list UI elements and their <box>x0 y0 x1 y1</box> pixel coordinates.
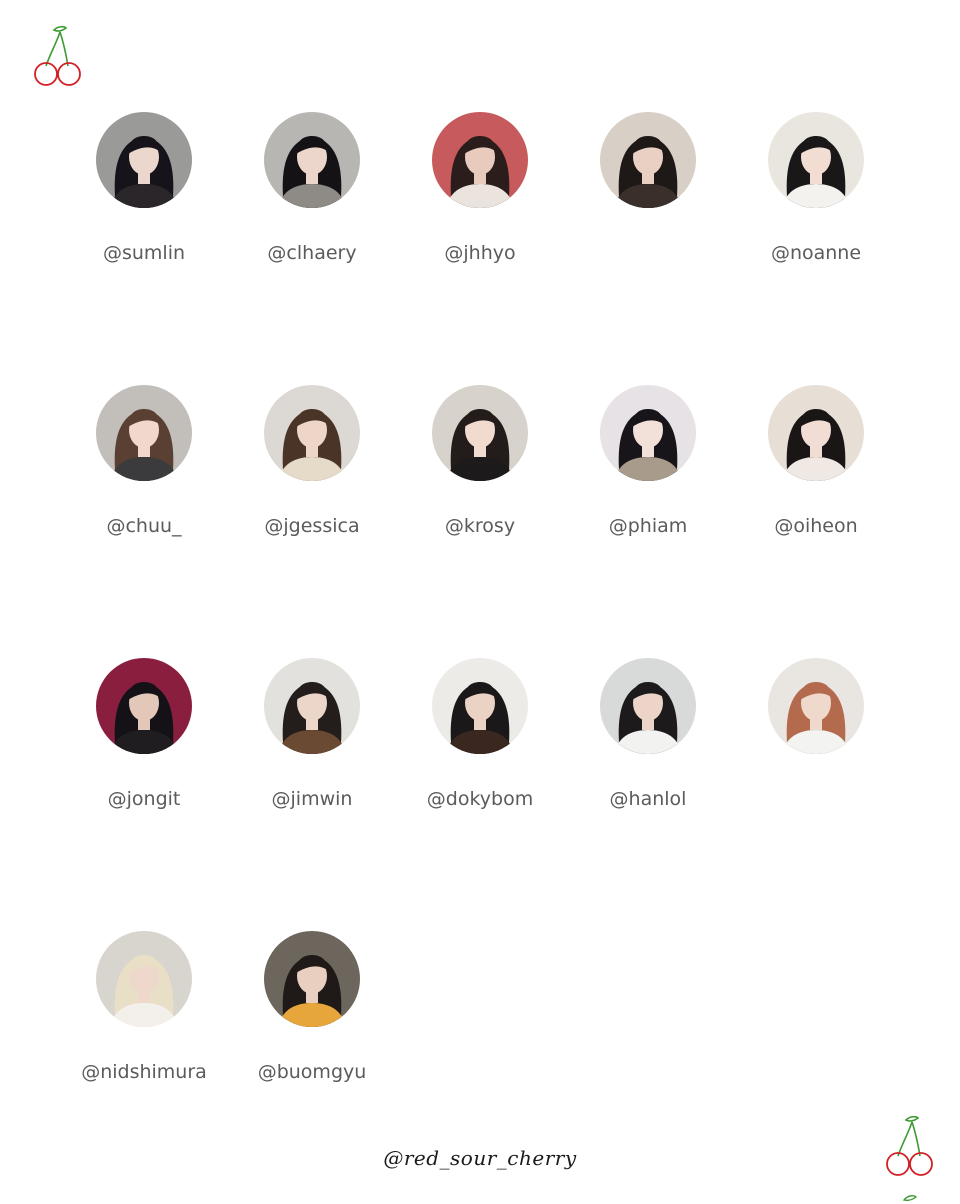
avatar[interactable] <box>768 385 864 481</box>
avatar[interactable] <box>768 112 864 208</box>
avatar[interactable] <box>432 658 528 754</box>
avatar[interactable] <box>600 385 696 481</box>
profile-handle[interactable]: @buomgyu <box>228 1061 396 1083</box>
profile-handle[interactable]: @oiheon <box>732 515 900 537</box>
avatar[interactable] <box>96 658 192 754</box>
avatar[interactable] <box>432 112 528 208</box>
cherry-leaf <box>52 25 68 32</box>
profile-handle[interactable]: @phiam <box>564 515 732 537</box>
profile-handle[interactable]: @jongit <box>60 788 228 810</box>
cherry-left <box>34 62 58 86</box>
cherry-stem-right <box>59 31 69 67</box>
avatar[interactable] <box>96 112 192 208</box>
avatar[interactable] <box>264 385 360 481</box>
cherry-right <box>57 62 81 86</box>
profile-handle[interactable]: @jgessica <box>228 515 396 537</box>
avatar[interactable] <box>264 931 360 1027</box>
profile-handle[interactable]: @sumlin <box>60 242 228 264</box>
profile-handle[interactable]: @jimwin <box>228 788 396 810</box>
profile-handle[interactable]: @hanlol <box>564 788 732 810</box>
avatar[interactable] <box>96 931 192 1027</box>
avatar[interactable] <box>432 385 528 481</box>
profile-handle[interactable]: @dokybom <box>396 788 564 810</box>
profile-handle[interactable]: @clhaery <box>228 242 396 264</box>
avatar[interactable] <box>600 658 696 754</box>
cherry-stem-left <box>45 31 61 67</box>
profile-handle[interactable]: @noanne <box>732 242 900 264</box>
avatar[interactable] <box>600 112 696 208</box>
profile-handle[interactable]: @jhhyo <box>396 242 564 264</box>
cherry-icon <box>32 24 84 88</box>
avatar[interactable] <box>264 112 360 208</box>
cherry-leaf <box>904 1115 920 1122</box>
avatar[interactable] <box>768 658 864 754</box>
profile-handle[interactable]: @chuu_ <box>60 515 228 537</box>
profile-handle[interactable]: @nidshimura <box>60 1061 228 1083</box>
cherry-stem-icon <box>900 1192 922 1204</box>
avatar[interactable] <box>264 658 360 754</box>
avatar[interactable] <box>96 385 192 481</box>
credit-handle: @red_sour_cherry <box>383 1146 577 1170</box>
profile-handle[interactable]: @krosy <box>396 515 564 537</box>
